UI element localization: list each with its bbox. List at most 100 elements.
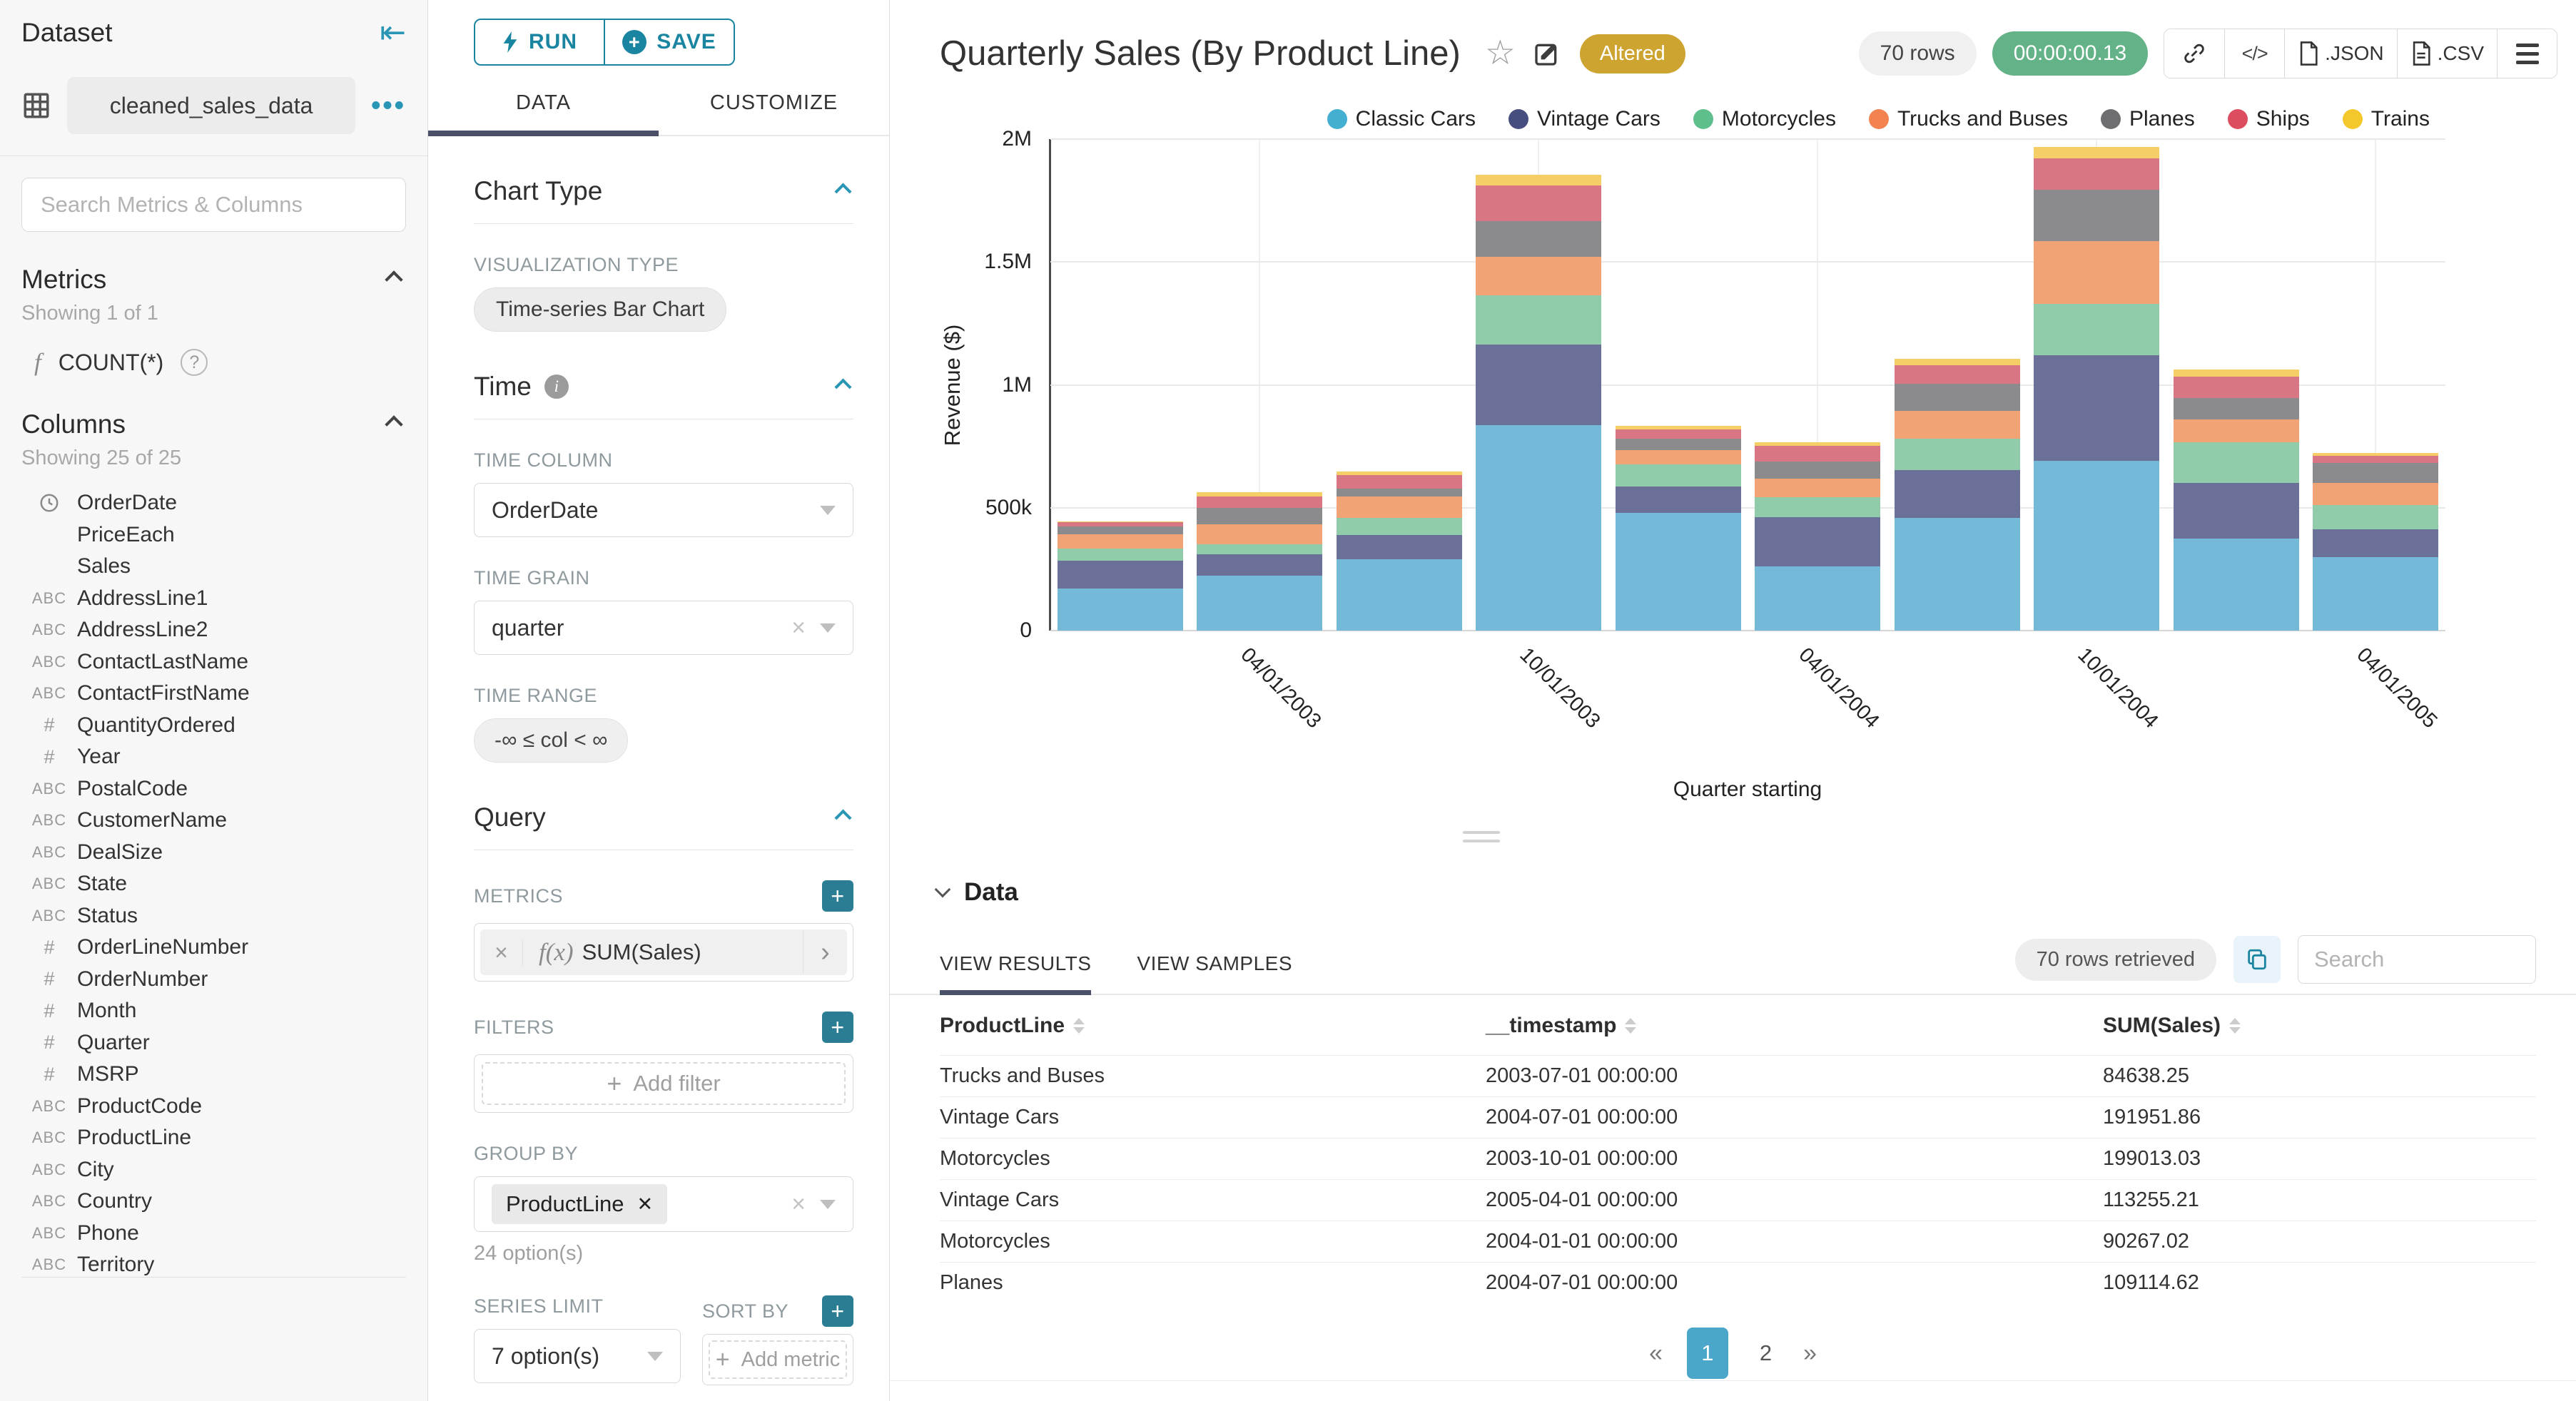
remove-metric-icon[interactable]: ×: [480, 939, 523, 966]
viz-type-value[interactable]: Time-series Bar Chart: [474, 287, 727, 332]
column-item[interactable]: ABC ContactLastName: [21, 646, 406, 678]
export-json-button[interactable]: .JSON: [2284, 29, 2397, 78]
column-item[interactable]: # OrderLineNumber: [21, 932, 406, 964]
clear-icon[interactable]: ×: [791, 616, 806, 640]
column-item[interactable]: ABC Status: [21, 900, 406, 932]
add-metric-button[interactable]: +: [822, 880, 853, 912]
table-header-cell[interactable]: SUM(Sales): [2103, 1014, 2536, 1038]
time-column-select[interactable]: OrderDate: [474, 483, 853, 537]
column-item[interactable]: Sales: [21, 551, 406, 583]
run-button[interactable]: RUN: [475, 20, 604, 64]
tab-data[interactable]: DATA: [428, 91, 659, 136]
legend-item[interactable]: Motorcycles: [1693, 107, 1836, 131]
pagination-page[interactable]: 2: [1753, 1336, 1779, 1370]
data-search-input[interactable]: [2314, 947, 2520, 972]
table-cell: 191951.86: [2103, 1106, 2201, 1129]
altered-badge[interactable]: Altered: [1579, 34, 1685, 73]
time-grain-select[interactable]: quarter ×: [474, 601, 853, 655]
add-filter-dropzone[interactable]: + Add filter: [482, 1062, 846, 1105]
share-link-button[interactable]: [2164, 29, 2225, 78]
column-item[interactable]: # Quarter: [21, 1027, 406, 1059]
add-filter-button[interactable]: +: [822, 1012, 853, 1043]
column-item[interactable]: ABC Territory: [21, 1249, 406, 1281]
column-item[interactable]: ABC Country: [21, 1186, 406, 1218]
bar-segment: [1197, 496, 1323, 508]
legend-item[interactable]: Trucks and Buses: [1868, 107, 2068, 131]
column-item[interactable]: # Month: [21, 995, 406, 1027]
pagination-next[interactable]: »: [1803, 1340, 1817, 1367]
column-item[interactable]: ABC PostalCode: [21, 773, 406, 805]
chevron-up-icon[interactable]: [834, 182, 852, 200]
help-icon[interactable]: ?: [181, 349, 208, 376]
pagination-prev[interactable]: «: [1649, 1340, 1663, 1367]
chevron-up-icon[interactable]: [385, 415, 403, 434]
column-item[interactable]: # Year: [21, 741, 406, 773]
series-limit-select[interactable]: 7 option(s): [474, 1329, 681, 1383]
legend-item[interactable]: Planes: [2100, 107, 2195, 131]
tab-view-samples[interactable]: VIEW SAMPLES: [1137, 952, 1292, 994]
columns-list: OrderDate PriceEach Sales ABC AddressLine1 AB…: [21, 487, 406, 1281]
embed-code-button[interactable]: </>: [2224, 29, 2285, 78]
add-sort-metric-dropzone[interactable]: + Add metric: [709, 1340, 847, 1379]
copy-data-button[interactable]: [2233, 936, 2281, 983]
data-panel-title: Data: [964, 878, 1018, 906]
column-item[interactable]: OrderDate: [21, 487, 406, 519]
column-item[interactable]: ABC ContactFirstName: [21, 678, 406, 710]
sidebar-search[interactable]: [21, 178, 406, 232]
column-item[interactable]: ABC State: [21, 868, 406, 900]
tab-view-results[interactable]: VIEW RESULTS: [940, 952, 1092, 995]
add-sort-metric-button[interactable]: +: [822, 1295, 853, 1327]
legend-item[interactable]: Ships: [2227, 107, 2310, 131]
metric-item[interactable]: f COUNT(*) ?: [21, 348, 406, 377]
chevron-up-icon[interactable]: [834, 808, 852, 827]
export-csv-button[interactable]: .CSV: [2396, 29, 2497, 78]
collapse-data-icon[interactable]: [934, 881, 951, 898]
column-item[interactable]: ABC ProductLine: [21, 1122, 406, 1154]
edit-title-icon[interactable]: [1533, 39, 1561, 68]
column-item[interactable]: # MSRP: [21, 1059, 406, 1091]
column-label: City: [77, 1157, 114, 1181]
bar-segment: [1057, 534, 1183, 549]
groupby-select[interactable]: ProductLine ✕ ×: [474, 1176, 853, 1232]
metric-chip[interactable]: × f(x) SUM(Sales) ›: [480, 929, 847, 975]
column-item[interactable]: ABC AddressLine1: [21, 583, 406, 615]
remove-icon[interactable]: ✕: [637, 1193, 653, 1216]
chevron-right-icon[interactable]: ›: [803, 931, 847, 974]
table-header-cell[interactable]: __timestamp: [1486, 1014, 2103, 1038]
column-item[interactable]: ABC City: [21, 1154, 406, 1186]
function-icon: f: [34, 348, 41, 376]
panel-resize-handle[interactable]: [1463, 831, 1501, 842]
column-item[interactable]: ABC AddressLine2: [21, 614, 406, 646]
menu-button[interactable]: [2497, 29, 2557, 78]
clear-icon[interactable]: ×: [791, 1192, 806, 1216]
column-label: Status: [77, 903, 138, 927]
table-header-cell[interactable]: ProductLine: [940, 1014, 1486, 1038]
dataset-options-icon[interactable]: •••: [371, 91, 406, 121]
favorite-star-icon[interactable]: ☆: [1485, 36, 1516, 71]
legend-item[interactable]: Vintage Cars: [1508, 107, 1660, 131]
column-item[interactable]: # QuantityOrdered: [21, 710, 406, 742]
y-axis-tick-label: 0: [1020, 618, 1032, 642]
time-range-value[interactable]: -∞ ≤ col < ∞: [474, 718, 629, 763]
legend-item[interactable]: Classic Cars: [1327, 107, 1476, 131]
data-search[interactable]: [2298, 935, 2536, 984]
column-item[interactable]: PriceEach: [21, 519, 406, 551]
chevron-up-icon[interactable]: [834, 377, 852, 396]
tab-customize[interactable]: CUSTOMIZE: [659, 91, 889, 135]
sort-by-box: + Add metric: [702, 1334, 853, 1385]
column-item[interactable]: ABC DealSize: [21, 837, 406, 869]
groupby-chip[interactable]: ProductLine ✕: [492, 1184, 668, 1224]
column-item[interactable]: ABC CustomerName: [21, 805, 406, 837]
hash-icon: #: [44, 936, 55, 958]
sidebar-search-input[interactable]: [41, 192, 387, 218]
dataset-name[interactable]: cleaned_sales_data: [67, 77, 356, 134]
legend-item[interactable]: Trains: [2342, 107, 2430, 131]
column-item[interactable]: ABC Phone: [21, 1218, 406, 1250]
collapse-panel-icon[interactable]: ⇤: [380, 17, 406, 49]
column-item[interactable]: # OrderNumber: [21, 964, 406, 996]
chevron-up-icon[interactable]: [385, 270, 403, 289]
save-button[interactable]: + SAVE: [604, 20, 734, 64]
pagination-page[interactable]: 1: [1686, 1328, 1728, 1379]
legend-label: Trains: [2370, 107, 2430, 131]
column-item[interactable]: ABC ProductCode: [21, 1091, 406, 1123]
